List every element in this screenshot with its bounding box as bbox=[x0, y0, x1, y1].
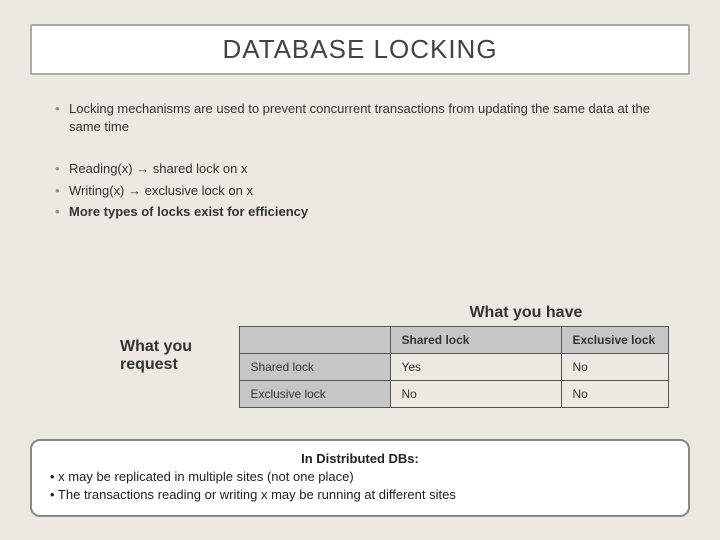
bullet-item: Locking mechanisms are used to prevent c… bbox=[55, 100, 680, 135]
table-row: Exclusive lock No No bbox=[240, 381, 669, 408]
table-col-header: Exclusive lock bbox=[562, 327, 669, 354]
bullet-item: Reading(x) → shared lock on x bbox=[55, 160, 680, 178]
table-row-header: Shared lock bbox=[240, 354, 391, 381]
table-cell: No bbox=[562, 354, 669, 381]
callout-title: In Distributed DBs: bbox=[50, 451, 670, 466]
table-row-header: Exclusive lock bbox=[240, 381, 391, 408]
table-cell: Yes bbox=[391, 354, 562, 381]
table-cell: No bbox=[391, 381, 562, 408]
bullet-group-2: Reading(x) → shared lock on x Writing(x)… bbox=[55, 160, 680, 221]
page-title: DATABASE LOCKING bbox=[32, 34, 688, 65]
table-header-row: Shared lock Exclusive lock bbox=[240, 327, 669, 354]
lock-table-area: What you request What you have Shared lo… bbox=[120, 304, 690, 408]
col-axis-label: What you have bbox=[469, 304, 669, 322]
bullet-item: Writing(x) → exclusive lock on x bbox=[55, 182, 680, 200]
row-axis-label: What you request bbox=[120, 304, 235, 374]
callout-line: • The transactions reading or writing x … bbox=[50, 486, 670, 504]
title-banner: DATABASE LOCKING bbox=[30, 24, 690, 75]
bullet-item: More types of locks exist for efficiency bbox=[55, 203, 680, 221]
lock-compatibility-table: Shared lock Exclusive lock Shared lock Y… bbox=[239, 326, 669, 408]
table-row: Shared lock Yes No bbox=[240, 354, 669, 381]
callout-line: • x may be replicated in multiple sites … bbox=[50, 468, 670, 486]
table-col-header: Shared lock bbox=[391, 327, 562, 354]
table-cell: No bbox=[562, 381, 669, 408]
distributed-db-callout: In Distributed DBs: • x may be replicate… bbox=[30, 439, 690, 517]
bullet-group-1: Locking mechanisms are used to prevent c… bbox=[55, 100, 680, 135]
table-corner-cell bbox=[240, 327, 391, 354]
